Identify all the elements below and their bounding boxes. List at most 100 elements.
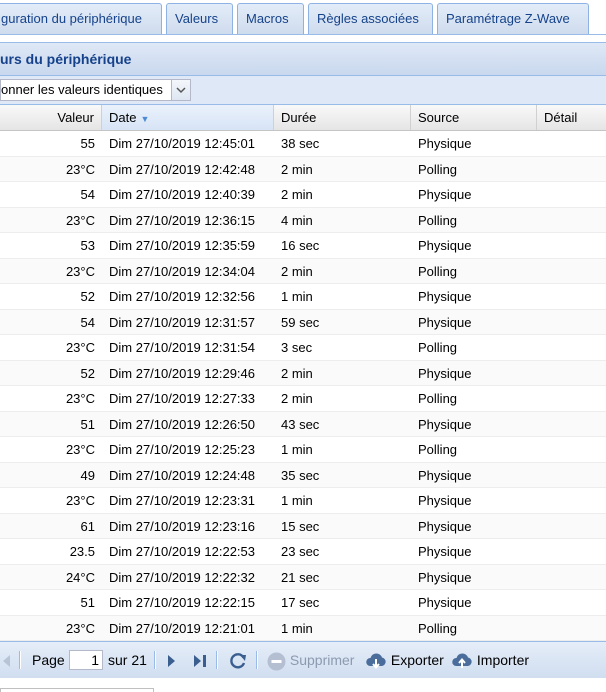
cell-date: Dim 27/10/2019 12:22:32 — [109, 569, 255, 585]
column-label: Durée — [281, 110, 317, 125]
cell-date: Dim 27/10/2019 12:31:54 — [109, 340, 255, 355]
cell-detail — [537, 463, 606, 488]
tab-zwave-settings[interactable]: Paramétrage Z-Wave — [437, 3, 589, 34]
bottom-field-edge — [0, 688, 154, 692]
cell-duration: 38 sec — [281, 136, 320, 151]
cell-date: Dim 27/10/2019 12:34:04 — [109, 263, 255, 279]
refresh-icon[interactable] — [228, 642, 248, 678]
cell-duration: 4 min — [281, 212, 313, 228]
column-label: Date — [109, 110, 137, 125]
cell-source: Physique — [418, 365, 472, 381]
column-header-date[interactable]: Date ▼ — [102, 105, 274, 130]
cell-detail — [537, 259, 606, 284]
table-row[interactable]: 49 Dim 27/10/2019 12:24:48 35 sec Physique — [0, 462, 606, 488]
table-row[interactable]: 23°C Dim 27/10/2019 12:25:23 1 min Polling — [0, 437, 606, 463]
table-row[interactable]: 61 Dim 27/10/2019 12:23:16 15 sec Physique — [0, 513, 606, 539]
cell-date: Dim 27/10/2019 12:35:59 — [109, 238, 255, 253]
chevron-down-icon[interactable] — [171, 80, 190, 100]
cell-detail — [537, 514, 606, 539]
cloud-upload-icon — [452, 653, 472, 669]
grid-header: Valeur Date ▼ Durée Source Détail — [0, 105, 606, 131]
table-row[interactable]: 23°C Dim 27/10/2019 12:34:04 2 min Polling — [0, 258, 606, 284]
table-row[interactable]: 23°C Dim 27/10/2019 12:42:48 2 min Polling — [0, 156, 606, 182]
next-page-icon[interactable] — [166, 642, 178, 678]
group-identical-values-select[interactable]: onner les valeurs identiques — [0, 79, 191, 101]
cell-value: 24°C — [65, 569, 95, 585]
cell-date: Dim 27/10/2019 12:36:15 — [109, 212, 255, 228]
column-label: Valeur — [57, 110, 94, 125]
table-row[interactable]: 23.5 Dim 27/10/2019 12:22:53 23 sec Physiqu… — [0, 539, 606, 565]
tab-values[interactable]: Valeurs — [166, 3, 233, 34]
table-row[interactable]: 23°C Dim 27/10/2019 12:27:33 2 min Polling — [0, 386, 606, 412]
cell-detail — [537, 335, 606, 360]
table-row[interactable]: 54 Dim 27/10/2019 12:31:57 59 sec Physique — [0, 309, 606, 335]
cell-duration: 17 sec — [281, 595, 320, 610]
cell-value: 55 — [80, 136, 95, 151]
page-count: sur 21 — [108, 652, 147, 668]
table-row[interactable]: 51 Dim 27/10/2019 12:22:15 17 sec Physique — [0, 590, 606, 616]
last-page-icon[interactable] — [193, 642, 207, 678]
cell-value: 49 — [80, 467, 95, 483]
page-label: Page — [32, 652, 65, 668]
cell-value: 23°C — [65, 442, 95, 457]
cell-duration: 2 min — [281, 391, 313, 406]
cell-source: Polling — [418, 442, 458, 457]
cell-detail — [537, 488, 606, 513]
tab-associated-rules[interactable]: Règles associées — [308, 3, 433, 34]
tab-bar: guration du périphérique Valeurs Macros … — [0, 0, 606, 35]
table-row[interactable]: 53 Dim 27/10/2019 12:35:59 16 sec Physique — [0, 233, 606, 259]
cell-source: Physique — [418, 544, 472, 559]
delete-button[interactable]: Supprimer — [267, 642, 354, 678]
tab-device-configuration[interactable]: guration du périphérique — [0, 3, 162, 34]
table-row[interactable]: 55 Dim 27/10/2019 12:45:01 38 sec Physique — [0, 131, 606, 157]
table-row[interactable]: 52 Dim 27/10/2019 12:32:56 1 min Physique — [0, 284, 606, 310]
cell-value: 53 — [80, 238, 95, 253]
cell-value: 23.5 — [69, 544, 95, 559]
paging-toolbar: Page 1 sur 21 Supprimer Exporter Importe… — [0, 641, 606, 678]
cell-source: Polling — [418, 391, 458, 406]
cell-date: Dim 27/10/2019 12:23:16 — [109, 518, 255, 534]
table-row[interactable]: 23°C Dim 27/10/2019 12:31:54 3 sec Polling — [0, 335, 606, 361]
table-row[interactable]: 54 Dim 27/10/2019 12:40:39 2 min Physique — [0, 182, 606, 208]
sort-desc-icon: ▼ — [140, 114, 150, 124]
cell-detail — [537, 412, 606, 437]
column-header-detail[interactable]: Détail — [537, 105, 606, 130]
import-label: Importer — [476, 652, 530, 668]
cell-source: Physique — [418, 416, 472, 432]
cell-duration: 2 min — [281, 365, 313, 381]
cell-value: 61 — [80, 518, 95, 534]
cell-source: Physique — [418, 238, 472, 253]
page-number-input[interactable]: 1 — [69, 650, 103, 670]
export-button[interactable]: Exporter — [365, 642, 444, 678]
table-row[interactable]: 51 Dim 27/10/2019 12:26:50 43 sec Physique — [0, 411, 606, 437]
cell-date: Dim 27/10/2019 12:42:48 — [109, 161, 255, 177]
cell-detail — [537, 233, 606, 258]
tab-label: Macros — [246, 11, 289, 26]
cell-date: Dim 27/10/2019 12:24:48 — [109, 467, 255, 483]
cell-detail — [537, 437, 606, 462]
cell-source: Physique — [418, 289, 472, 304]
table-row[interactable]: 24°C Dim 27/10/2019 12:22:32 21 sec Physiqu… — [0, 564, 606, 590]
import-button[interactable]: Importer — [451, 642, 529, 678]
column-header-value[interactable]: Valeur — [0, 105, 102, 130]
cell-duration: 1 min — [281, 493, 313, 508]
table-row[interactable]: 52 Dim 27/10/2019 12:29:46 2 min Physique — [0, 360, 606, 386]
cell-source: Physique — [418, 493, 472, 508]
prev-page-icon[interactable] — [0, 642, 12, 678]
cell-value: 23°C — [65, 212, 95, 228]
column-header-duration[interactable]: Durée — [274, 105, 411, 130]
tab-macros[interactable]: Macros — [237, 3, 304, 34]
panel-title: urs du périphérique — [0, 42, 606, 76]
table-row[interactable]: 23°C Dim 27/10/2019 12:23:31 1 min Physique — [0, 488, 606, 514]
toolbar-separator — [256, 651, 258, 669]
cell-date: Dim 27/10/2019 12:25:23 — [109, 442, 255, 457]
select-value: onner les valeurs identiques — [1, 82, 163, 97]
cell-date: Dim 27/10/2019 12:40:39 — [109, 187, 255, 202]
cell-date: Dim 27/10/2019 12:29:46 — [109, 365, 255, 381]
cell-detail — [537, 131, 606, 156]
cell-value: 54 — [80, 314, 95, 330]
table-row[interactable]: 23°C Dim 27/10/2019 12:21:01 1 min Polling — [0, 615, 606, 641]
table-row[interactable]: 23°C Dim 27/10/2019 12:36:15 4 min Polling — [0, 207, 606, 233]
column-header-source[interactable]: Source — [411, 105, 537, 130]
cell-detail — [537, 310, 606, 335]
